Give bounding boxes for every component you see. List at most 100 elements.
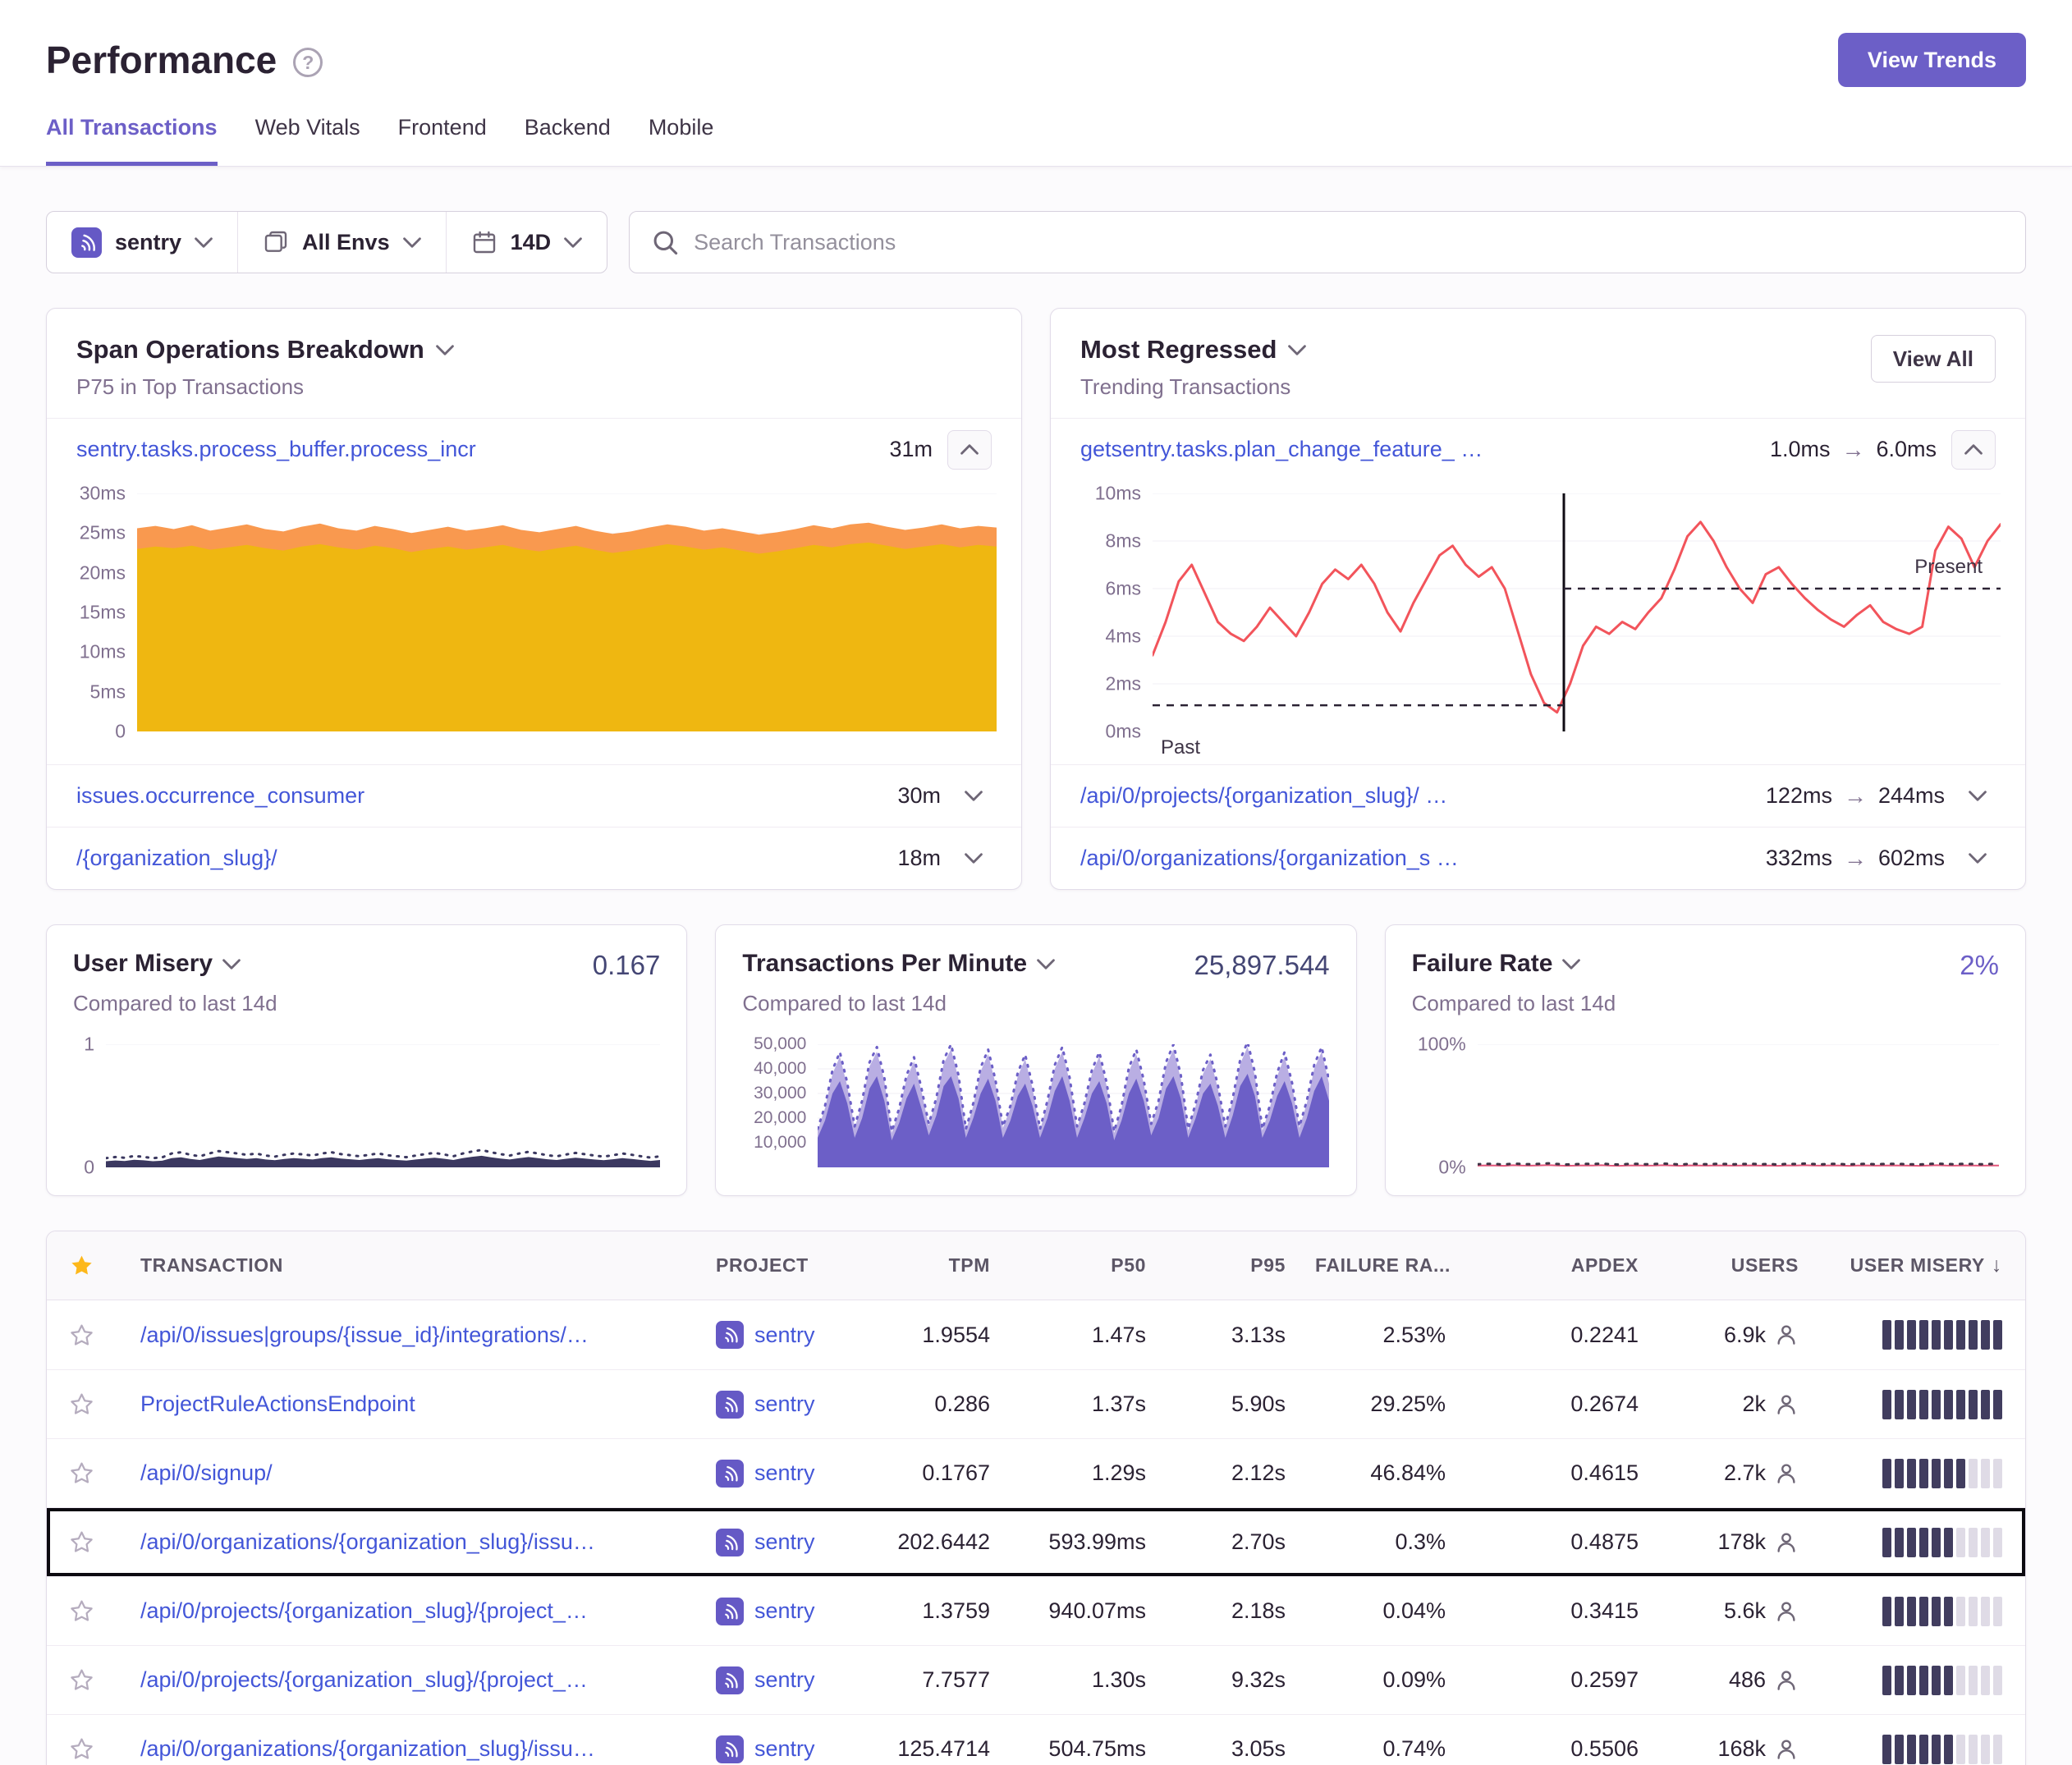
collapse-toggle[interactable] xyxy=(1951,430,1996,470)
star-toggle[interactable] xyxy=(47,1667,116,1693)
star-outline-icon xyxy=(69,1736,94,1762)
sentry-logo-icon xyxy=(716,1460,744,1488)
starred-column-header[interactable] xyxy=(47,1253,116,1278)
search-input[interactable] xyxy=(694,230,2004,255)
transaction-link[interactable]: /api/0/signup/ xyxy=(140,1460,716,1486)
most-regressed-title-dropdown[interactable]: Most Regressed xyxy=(1080,335,1306,364)
table-row: /api/0/organizations/{organization_slug}… xyxy=(47,1714,2025,1765)
sentry-logo-icon xyxy=(716,1598,744,1625)
y-axis-label: 2ms xyxy=(1106,673,1141,695)
transaction-link[interactable]: /api/0/issues|groups/{issue_id}/integrat… xyxy=(140,1323,716,1348)
chevron-down-icon xyxy=(1037,959,1055,970)
span-ops-title: Span Operations Breakdown xyxy=(76,335,424,364)
y-axis-label: 10ms xyxy=(80,641,126,663)
column-header-users[interactable]: USERS xyxy=(1668,1254,1828,1277)
tab-backend[interactable]: Backend xyxy=(525,115,611,166)
span-op-link[interactable]: issues.occurrence_consumer xyxy=(76,783,882,809)
date-range-selector[interactable]: 14D xyxy=(446,212,607,273)
column-header-tpm[interactable]: TPM xyxy=(880,1254,1020,1277)
column-header-p50[interactable]: P50 xyxy=(1020,1254,1176,1277)
star-toggle[interactable] xyxy=(47,1391,116,1417)
star-toggle[interactable] xyxy=(47,1736,116,1762)
project-link[interactable]: sentry xyxy=(716,1666,880,1694)
misery-bar xyxy=(1882,1666,1891,1695)
misery-bar xyxy=(1919,1390,1928,1419)
misery-bar xyxy=(1981,1459,1990,1488)
tpm-cell: 7.7577 xyxy=(880,1667,1020,1693)
collapse-toggle[interactable] xyxy=(947,430,992,470)
tpm-dropdown[interactable]: Transactions Per Minute xyxy=(742,950,1055,978)
failure-rate-dropdown[interactable]: Failure Rate xyxy=(1412,950,1581,978)
tpm-title: Transactions Per Minute xyxy=(742,950,1027,978)
y-axis-label: 100% xyxy=(1418,1034,1466,1056)
transaction-link[interactable]: /api/0/organizations/{organization_slug}… xyxy=(140,1529,716,1555)
chevron-down-icon xyxy=(1288,345,1306,355)
regressed-transaction-link[interactable]: getsentry.tasks.plan_change_feature_ … xyxy=(1080,437,1755,462)
misery-bar xyxy=(1919,1597,1928,1626)
tab-mobile[interactable]: Mobile xyxy=(649,115,714,166)
tab-all-transactions[interactable]: All Transactions xyxy=(46,115,218,166)
y-axis-label: 10ms xyxy=(1095,483,1141,505)
project-link[interactable]: sentry xyxy=(716,1321,880,1349)
transaction-link[interactable]: /api/0/projects/{organization_slug}/{pro… xyxy=(140,1667,716,1693)
expand-toggle[interactable] xyxy=(1960,853,1996,864)
project-selector[interactable]: sentry xyxy=(47,212,237,273)
misery-bar xyxy=(1919,1735,1928,1764)
star-toggle[interactable] xyxy=(47,1529,116,1555)
column-header-project[interactable]: PROJECT xyxy=(716,1254,880,1277)
y-axis-label: 40,000 xyxy=(754,1059,806,1079)
user-misery-bars xyxy=(1828,1597,2025,1626)
view-trends-button[interactable]: View Trends xyxy=(1838,33,2026,87)
misery-bar xyxy=(1932,1320,1941,1350)
user-misery-dropdown[interactable]: User Misery xyxy=(73,950,241,978)
star-toggle[interactable] xyxy=(47,1598,116,1624)
transaction-link[interactable]: ProjectRuleActionsEndpoint xyxy=(140,1391,716,1417)
star-toggle[interactable] xyxy=(47,1323,116,1348)
view-all-button[interactable]: View All xyxy=(1871,335,1996,383)
expand-toggle[interactable] xyxy=(956,791,992,801)
project-link[interactable]: sentry xyxy=(716,1735,880,1763)
regressed-transaction-link[interactable]: /api/0/projects/{organization_slug}/ … xyxy=(1080,783,1751,809)
star-toggle[interactable] xyxy=(47,1460,116,1486)
span-op-link[interactable]: /{organization_slug}/ xyxy=(76,846,882,871)
y-axis-label: 10,000 xyxy=(754,1133,806,1153)
table-row: /api/0/organizations/{organization_slug}… xyxy=(47,1507,2025,1576)
help-icon[interactable]: ? xyxy=(293,48,323,77)
sort-descending-icon: ↓ xyxy=(1992,1254,2002,1277)
expand-toggle[interactable] xyxy=(956,853,992,864)
page-filters: sentry All Envs 14D xyxy=(46,211,607,273)
users-cell: 6.9k xyxy=(1668,1323,1828,1348)
chevron-up-icon xyxy=(1964,444,1983,455)
star-outline-icon xyxy=(69,1391,94,1417)
chevron-down-icon xyxy=(965,853,983,864)
transaction-link[interactable]: /api/0/organizations/{organization_slug}… xyxy=(140,1736,716,1762)
tab-web-vitals[interactable]: Web Vitals xyxy=(255,115,360,166)
p95-cell: 3.05s xyxy=(1176,1736,1315,1762)
span-op-link[interactable]: sentry.tasks.process_buffer.process_incr xyxy=(76,437,874,462)
most-regressed-title: Most Regressed xyxy=(1080,335,1277,364)
project-link[interactable]: sentry xyxy=(716,1529,880,1556)
table-row: /api/0/issues|groups/{issue_id}/integrat… xyxy=(47,1300,2025,1369)
misery-bar xyxy=(1907,1528,1916,1557)
column-header-user-misery[interactable]: USER MISERY ↓ xyxy=(1828,1254,2025,1277)
transaction-link[interactable]: /api/0/projects/{organization_slug}/{pro… xyxy=(140,1598,716,1624)
expand-toggle[interactable] xyxy=(1960,791,1996,801)
project-link[interactable]: sentry xyxy=(716,1460,880,1488)
column-header-failure-rate[interactable]: FAILURE RA... xyxy=(1315,1254,1475,1277)
column-header-transaction[interactable]: TRANSACTION xyxy=(116,1254,716,1277)
span-ops-title-dropdown[interactable]: Span Operations Breakdown xyxy=(76,335,454,364)
column-header-p95[interactable]: P95 xyxy=(1176,1254,1315,1277)
tab-frontend[interactable]: Frontend xyxy=(398,115,487,166)
calendar-icon xyxy=(471,229,497,255)
regressed-transaction-link[interactable]: /api/0/organizations/{organization_s … xyxy=(1080,846,1751,871)
misery-bar xyxy=(1969,1390,1978,1419)
p95-cell: 3.13s xyxy=(1176,1323,1315,1348)
column-header-apdex[interactable]: APDEX xyxy=(1475,1254,1668,1277)
project-link[interactable]: sentry xyxy=(716,1391,880,1419)
y-axis-label: 15ms xyxy=(80,602,126,624)
environment-selector[interactable]: All Envs xyxy=(237,212,446,273)
performance-page: Performance ? View Trends All Transactio… xyxy=(0,0,2072,1765)
y-axis-label: 0ms xyxy=(1106,721,1141,743)
star-outline-icon xyxy=(69,1529,94,1555)
project-link[interactable]: sentry xyxy=(716,1598,880,1625)
